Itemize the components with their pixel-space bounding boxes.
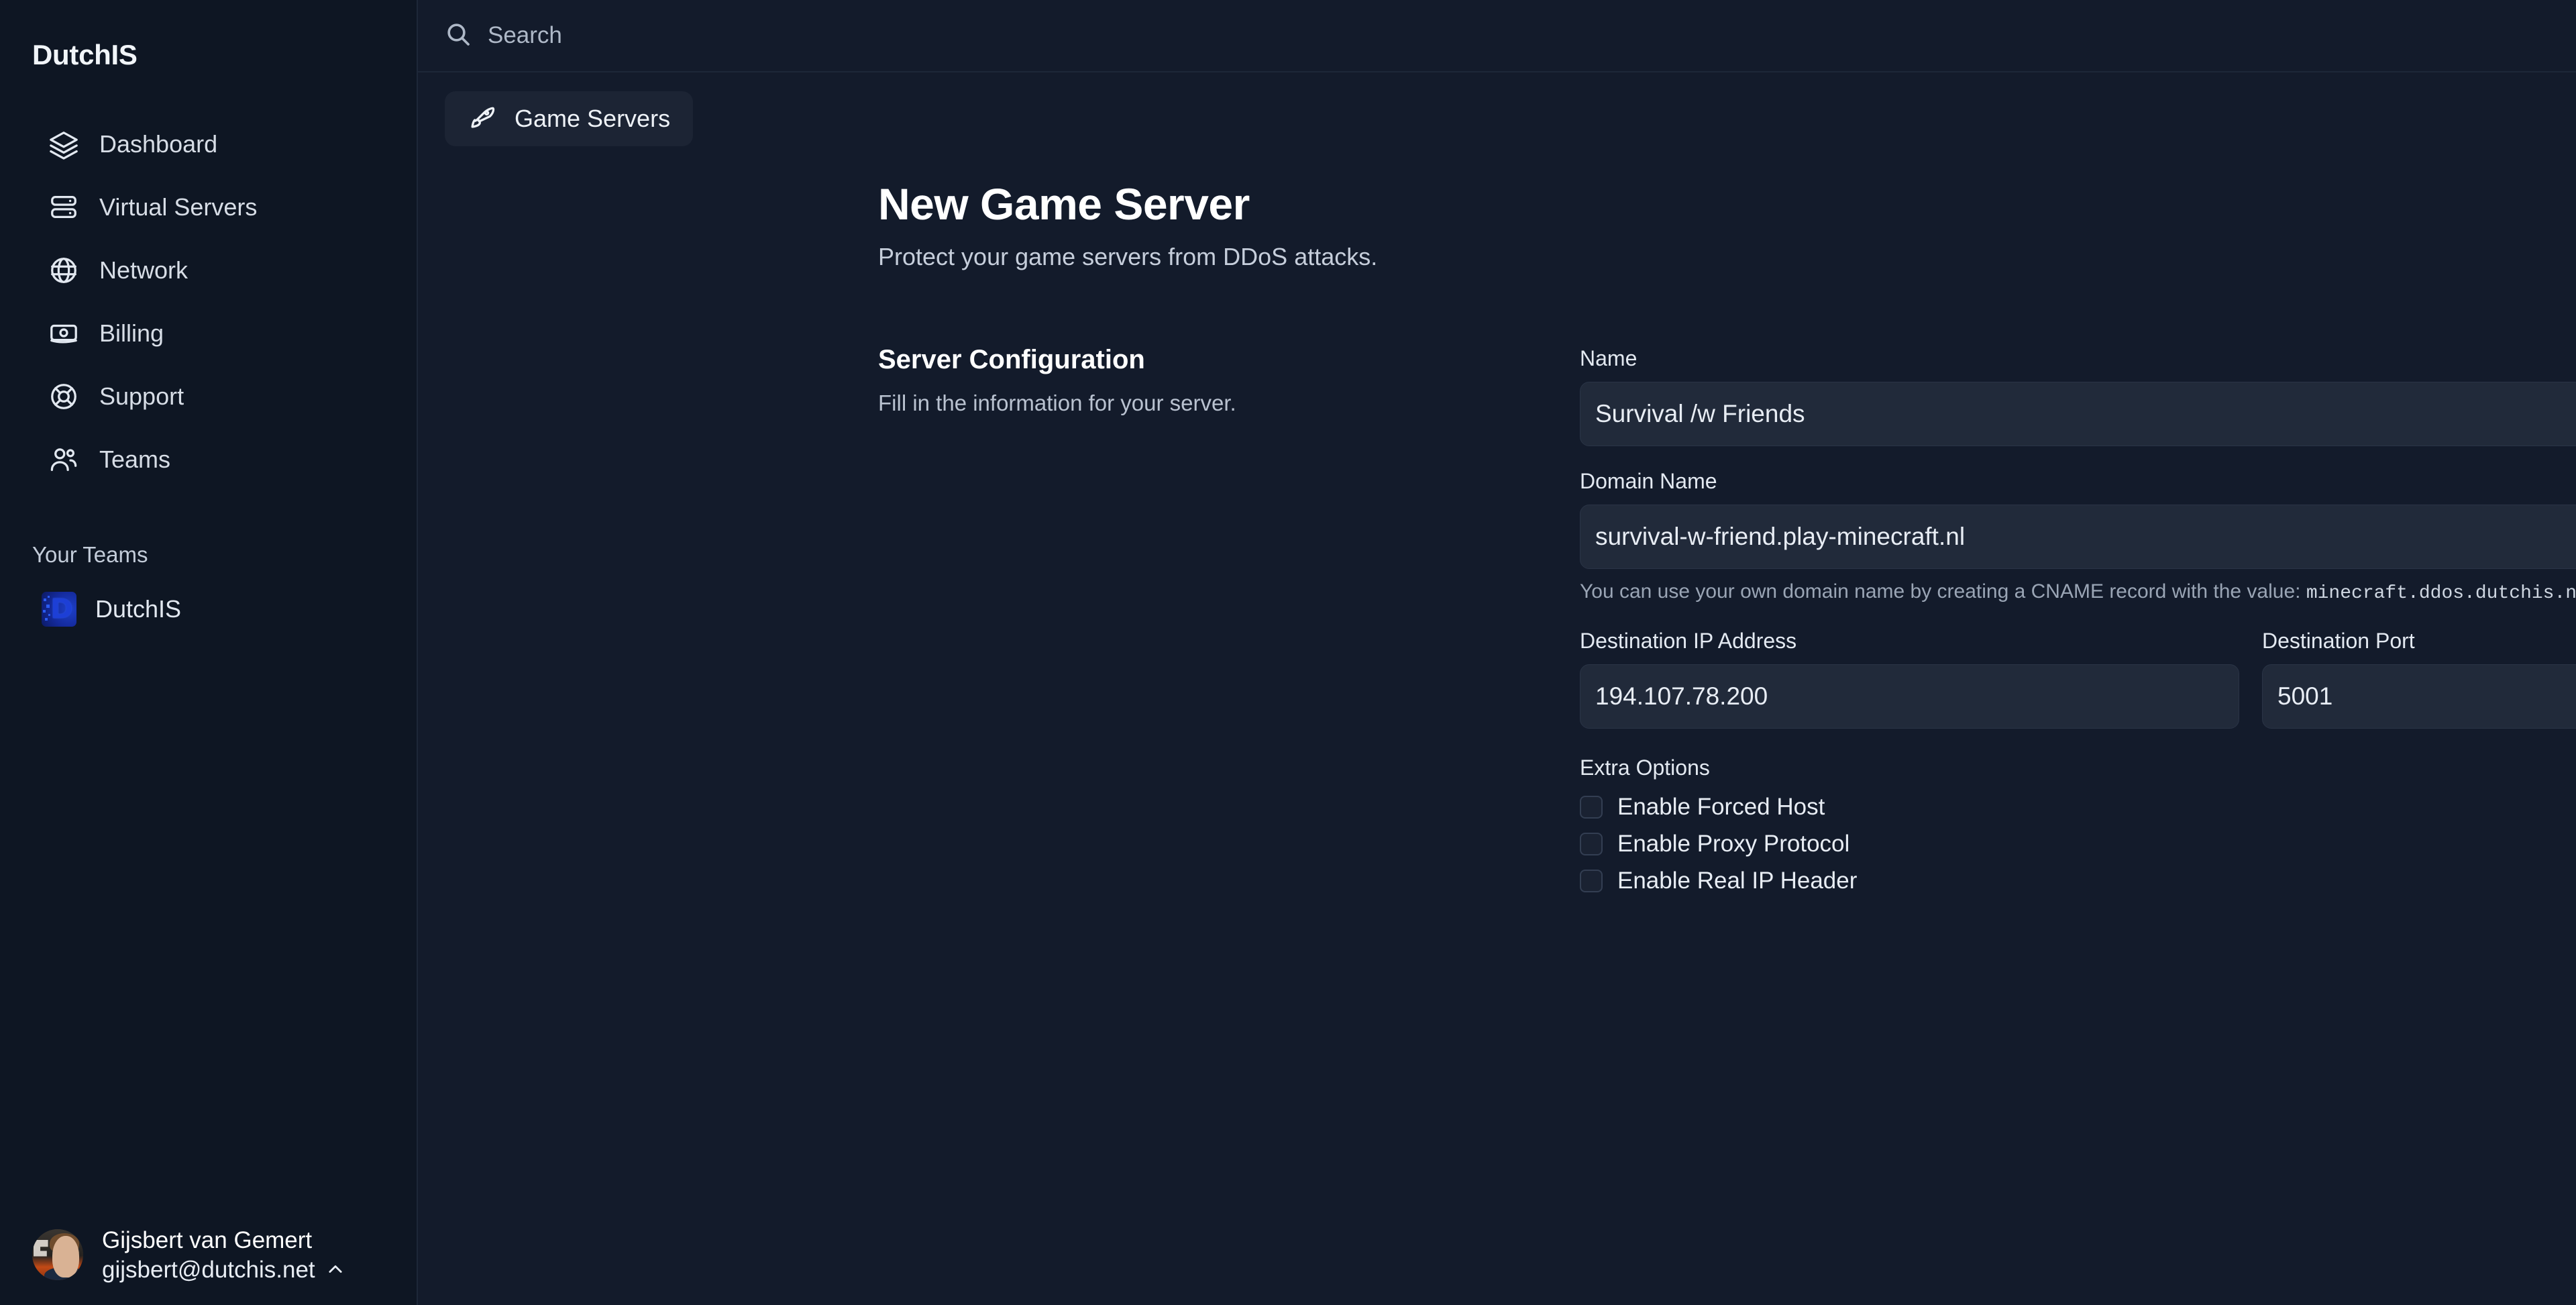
section-info: Server Configuration Fill in the informa… [878, 346, 1580, 974]
extra-options: Extra Options Enable Forced Host Enable … [1580, 755, 2576, 899]
app-root: DutchIS Dashboard Virtual Servers Networ… [0, 0, 2576, 1305]
helper-prefix: You can use your own domain name by crea… [1580, 580, 2301, 603]
banknote-icon [48, 318, 79, 349]
avatar [32, 1229, 83, 1280]
user-name: Gijsbert van Gemert [102, 1226, 313, 1253]
section-title: Server Configuration [878, 344, 1145, 374]
section-subtitle: Fill in the information for your server. [878, 390, 1236, 415]
search-placeholder: Search [488, 22, 562, 48]
sidebar-item-support[interactable]: Support [0, 365, 417, 428]
extra-options-title: Extra Options [1580, 755, 1710, 780]
page-header: New Game Server Protect your game server… [0, 146, 2576, 271]
search-input[interactable]: Search [445, 21, 562, 51]
checkbox-box[interactable] [1580, 832, 1603, 855]
field-destination-port: Destination Port 5001 [2262, 629, 2576, 729]
topbar: Search [418, 0, 2576, 72]
domain-helper-text: You can use your own domain name by crea… [1580, 578, 2576, 606]
brand-logo: DutchIS [32, 39, 138, 70]
checkbox-label: Enable Real IP Header [1617, 867, 1858, 894]
form-fields: Name Survival /w Friends Domain Name sur… [1580, 346, 2576, 974]
field-label: Destination IP Address [1580, 629, 1797, 654]
checkbox-real-ip-header[interactable]: Enable Real IP Header [1580, 862, 2576, 899]
destination-port-value: 5001 [2277, 682, 2333, 711]
destination-row: Destination IP Address 194.107.78.200 De… [1580, 629, 2576, 729]
page-title: New Game Server [878, 179, 1250, 229]
tab-bar: Game Servers [418, 72, 2576, 146]
checkbox-box[interactable] [1580, 795, 1603, 819]
destination-ip-input[interactable]: 194.107.78.200 [1580, 664, 2239, 729]
name-input[interactable]: Survival /w Friends [1580, 381, 2576, 446]
checkbox-box[interactable] [1580, 869, 1603, 892]
sidebar-item-teams[interactable]: Teams [0, 428, 417, 491]
tab-label: Game Servers [515, 105, 671, 132]
your-teams-heading: Your Teams [32, 542, 148, 567]
checkbox-label: Enable Forced Host [1617, 793, 1825, 820]
user-meta: Gijsbert van Gemert gijsbert@dutchis.net [102, 1229, 345, 1282]
page-subtitle: Protect your game servers from DDoS atta… [878, 242, 1378, 270]
sidebar-item-billing[interactable]: Billing [0, 302, 417, 365]
sidebar-team-dutchis[interactable]: D DutchIS [0, 578, 417, 640]
rocket-icon [468, 103, 497, 136]
checkbox-proxy-protocol[interactable]: Enable Proxy Protocol [1580, 825, 2576, 862]
search-icon [445, 21, 472, 51]
user-email-row: gijsbert@dutchis.net [102, 1258, 345, 1282]
sidebar-item-label: Billing [99, 319, 164, 347]
chevron-up-icon[interactable] [326, 1260, 345, 1279]
destination-port-input[interactable]: 5001 [2262, 664, 2576, 729]
users-icon [48, 444, 79, 475]
field-name: Name Survival /w Friends [1580, 346, 2576, 446]
field-label: Domain Name [1580, 468, 1717, 493]
sidebar-team-label: DutchIS [95, 595, 182, 623]
tab-game-servers[interactable]: Game Servers [445, 91, 694, 146]
sidebar-item-label: Teams [99, 446, 171, 473]
checkbox-label: Enable Proxy Protocol [1617, 830, 1850, 857]
lifebuoy-icon [48, 381, 79, 412]
user-profile-menu[interactable]: Gijsbert van Gemert gijsbert@dutchis.net [0, 1204, 418, 1305]
sidebar-item-label: Support [99, 382, 184, 410]
field-label: Destination Port [2262, 629, 2415, 654]
dutchis-logo-icon: D [42, 592, 76, 627]
checkbox-forced-host[interactable]: Enable Forced Host [1580, 788, 2576, 825]
main-content: Search Game Servers New Game Server Prot… [418, 0, 2576, 1305]
form-actions: CREATE [1580, 925, 2576, 974]
field-label: Name [1580, 346, 1638, 370]
field-destination-ip: Destination IP Address 194.107.78.200 [1580, 629, 2239, 729]
domain-input[interactable]: survival-w-friend.play-minecraft.nl [1580, 504, 2576, 569]
user-email: gijsbert@dutchis.net [102, 1256, 315, 1283]
helper-cname-value: minecraft.ddos.dutchis.net [2306, 582, 2576, 604]
field-domain: Domain Name survival-w-friend.play-minec… [1580, 469, 2576, 606]
form-area: Server Configuration Fill in the informa… [418, 271, 2576, 974]
